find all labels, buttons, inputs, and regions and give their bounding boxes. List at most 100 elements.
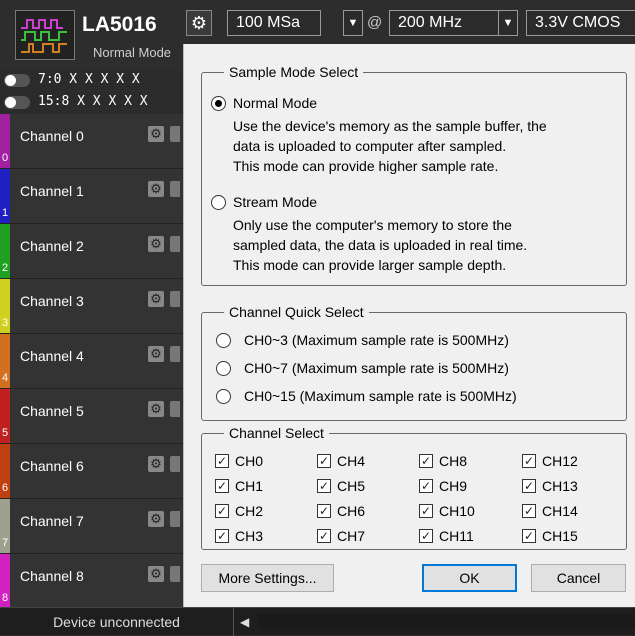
ch7-label[interactable]: CH7 (337, 528, 365, 544)
channel-row[interactable]: 3 Channel 3 ⚙ (0, 279, 190, 334)
trigger-label: 7:0 X X X X X (38, 72, 140, 87)
ch9-checkbox[interactable]: ✓ (419, 479, 433, 493)
channel-gear-icon[interactable]: ⚙ (148, 291, 164, 307)
channel-row[interactable]: 4 Channel 4 ⚙ (0, 334, 190, 389)
ch11-label[interactable]: CH11 (439, 528, 474, 544)
ch10-checkbox[interactable]: ✓ (419, 504, 433, 518)
horizontal-scrollbar[interactable] (258, 614, 635, 628)
ch2-checkbox[interactable]: ✓ (215, 504, 229, 518)
trigger-row-low: 7:0 X X X X X (0, 72, 190, 89)
channel-gear-icon[interactable]: ⚙ (148, 401, 164, 417)
ch4-label[interactable]: CH4 (337, 453, 365, 469)
channel-gear-icon[interactable]: ⚙ (148, 346, 164, 362)
group-title: Channel Select (224, 425, 329, 441)
channel-quick-select-group: Channel Quick Select CH0~3 (Maximum samp… (201, 304, 627, 421)
ch8-label[interactable]: CH8 (439, 453, 467, 469)
channel-row[interactable]: 8 Channel 8 ⚙ (0, 554, 190, 609)
device-settings-button[interactable]: ⚙ (186, 10, 212, 36)
channel-trigger-icon[interactable] (170, 126, 180, 142)
channel-name: Channel 2 (20, 238, 84, 254)
channel-gear-icon[interactable]: ⚙ (148, 456, 164, 472)
ch3-label[interactable]: CH3 (235, 528, 263, 544)
ch1-label[interactable]: CH1 (235, 478, 263, 494)
status-bar: Device unconnected ◀ (0, 607, 635, 636)
ch8-checkbox[interactable]: ✓ (419, 454, 433, 468)
channel-gear-icon[interactable]: ⚙ (148, 126, 164, 142)
quick-select-ch0-3-radio[interactable] (216, 333, 231, 348)
ch12-label[interactable]: CH12 (542, 453, 578, 469)
ch5-label[interactable]: CH5 (337, 478, 365, 494)
channel-index: 5 (1, 427, 9, 439)
channel-gear-icon[interactable]: ⚙ (148, 566, 164, 582)
channel-trigger-icon[interactable] (170, 236, 180, 252)
quick-select-ch0-7-label[interactable]: CH0~7 (Maximum sample rate is 500MHz) (244, 360, 509, 376)
channel-trigger-icon[interactable] (170, 511, 180, 527)
ch13-label[interactable]: CH13 (542, 478, 578, 494)
ch1-checkbox[interactable]: ✓ (215, 479, 229, 493)
cancel-button[interactable]: Cancel (531, 564, 626, 592)
channel-row[interactable]: 6 Channel 6 ⚙ (0, 444, 190, 499)
ch14-checkbox[interactable]: ✓ (522, 504, 536, 518)
normal-mode-desc-2: data is uploaded to computer after sampl… (233, 138, 507, 154)
ch6-label[interactable]: CH6 (337, 503, 365, 519)
more-settings-button[interactable]: More Settings... (201, 564, 334, 592)
ch4-checkbox[interactable]: ✓ (317, 454, 331, 468)
channel-index: 6 (1, 482, 9, 494)
channel-gear-icon[interactable]: ⚙ (148, 181, 164, 197)
channel-row[interactable]: 5 Channel 5 ⚙ (0, 389, 190, 444)
sample-count-select[interactable]: 100 MSa (227, 10, 321, 36)
normal-mode-radio[interactable] (211, 96, 226, 111)
ch2-label[interactable]: CH2 (235, 503, 263, 519)
channel-trigger-icon[interactable] (170, 456, 180, 472)
ok-button[interactable]: OK (422, 564, 517, 592)
sample-count-dropdown[interactable]: ▼ (343, 10, 363, 36)
normal-mode-label[interactable]: Normal Mode (233, 95, 317, 111)
channel-index: 7 (1, 537, 9, 549)
ch0-checkbox[interactable]: ✓ (215, 454, 229, 468)
voltage-select[interactable]: 3.3V CMOS (526, 10, 635, 36)
ch3-checkbox[interactable]: ✓ (215, 529, 229, 543)
channel-name: Channel 1 (20, 183, 84, 199)
quick-select-ch0-15-radio[interactable] (216, 389, 231, 404)
channel-trigger-icon[interactable] (170, 291, 180, 307)
gear-icon: ⚙ (190, 13, 208, 33)
quick-select-ch0-7-radio[interactable] (216, 361, 231, 376)
channel-gear-icon[interactable]: ⚙ (148, 236, 164, 252)
ch10-label[interactable]: CH10 (439, 503, 475, 519)
normal-mode-desc-1: Use the device's memory as the sample bu… (233, 118, 547, 134)
at-label: @ (367, 14, 383, 31)
sample-rate-select[interactable]: 200 MHz (389, 10, 499, 36)
channel-gear-icon[interactable]: ⚙ (148, 511, 164, 527)
sample-rate-dropdown[interactable]: ▼ (498, 10, 518, 36)
stream-mode-radio[interactable] (211, 195, 226, 210)
channel-name: Channel 6 (20, 458, 84, 474)
ch11-checkbox[interactable]: ✓ (419, 529, 433, 543)
ch13-checkbox[interactable]: ✓ (522, 479, 536, 493)
channel-trigger-icon[interactable] (170, 566, 180, 582)
trigger-toggle[interactable] (4, 74, 30, 87)
ch15-checkbox[interactable]: ✓ (522, 529, 536, 543)
trigger-label: 15:8 X X X X X (38, 94, 148, 109)
trigger-toggle[interactable] (4, 96, 30, 109)
quick-select-ch0-15-label[interactable]: CH0~15 (Maximum sample rate is 500MHz) (244, 388, 517, 404)
ch7-checkbox[interactable]: ✓ (317, 529, 331, 543)
ch14-label[interactable]: CH14 (542, 503, 578, 519)
ch15-label[interactable]: CH15 (542, 528, 578, 544)
ch9-label[interactable]: CH9 (439, 478, 467, 494)
ch5-checkbox[interactable]: ✓ (317, 479, 331, 493)
stream-mode-label[interactable]: Stream Mode (233, 194, 317, 210)
channel-trigger-icon[interactable] (170, 401, 180, 417)
device-name[interactable]: LA5016 (82, 13, 157, 37)
ch6-checkbox[interactable]: ✓ (317, 504, 331, 518)
sample-count-value: 100 MSa (236, 14, 301, 31)
scroll-left-icon[interactable]: ◀ (240, 615, 249, 629)
channel-trigger-icon[interactable] (170, 346, 180, 362)
channel-row[interactable]: 7 Channel 7 ⚙ (0, 499, 190, 554)
channel-row[interactable]: 0 Channel 0 ⚙ (0, 114, 190, 169)
quick-select-ch0-3-label[interactable]: CH0~3 (Maximum sample rate is 500MHz) (244, 332, 509, 348)
channel-trigger-icon[interactable] (170, 181, 180, 197)
ch12-checkbox[interactable]: ✓ (522, 454, 536, 468)
channel-row[interactable]: 2 Channel 2 ⚙ (0, 224, 190, 279)
channel-row[interactable]: 1 Channel 1 ⚙ (0, 169, 190, 224)
ch0-label[interactable]: CH0 (235, 453, 263, 469)
